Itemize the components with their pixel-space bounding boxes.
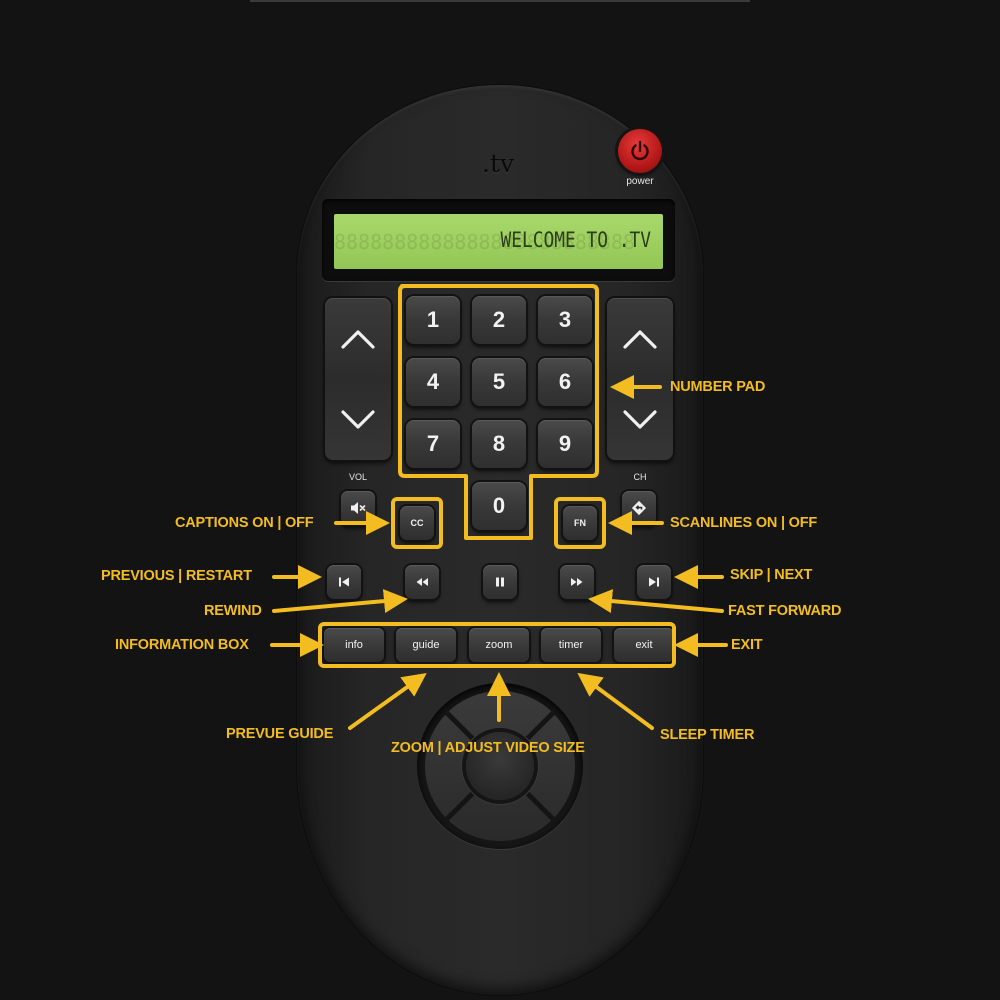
skip-annotation: SKIP | NEXT [730,567,813,583]
last-channel-icon [631,500,647,516]
number-key-6[interactable]: 6 [538,358,592,406]
mute-button[interactable] [341,491,375,525]
power-button[interactable] [618,129,662,173]
next-button[interactable] [637,565,671,599]
sleep-timer-annotation: SLEEP TIMER [660,727,755,743]
volume-up-button[interactable] [325,298,391,379]
lcd-display: 8888888888888888888888888 WELCOME TO .TV [334,214,663,269]
captions-annotation: CAPTIONS ON | OFF [175,515,314,531]
number-key-9[interactable]: 9 [538,420,592,468]
previous-annotation: PREVIOUS | RESTART [101,568,252,584]
number-key-1[interactable]: 1 [406,296,460,344]
number-pad-annotation: NUMBER PAD [670,379,766,395]
pause-icon [496,577,504,587]
rewind-button[interactable] [405,565,439,599]
vol-label: VOL [348,472,367,482]
volume-down-icon [341,409,375,429]
previous-icon [339,577,349,587]
number-key-5[interactable]: 5 [472,358,526,406]
number-key-2[interactable]: 2 [472,296,526,344]
pause-button[interactable] [483,565,517,599]
previous-button[interactable] [327,565,361,599]
channel-up-icon [623,329,657,349]
fast-forward-button[interactable] [560,565,594,599]
channel-up-button[interactable] [607,298,673,379]
number-key-7[interactable]: 7 [406,420,460,468]
number-key-4[interactable]: 4 [406,358,460,406]
rewind-icon [416,578,428,586]
power-label: power [626,176,654,187]
prevue-guide-annotation: PREVUE GUIDE [226,726,334,742]
cc-highlight [391,497,443,549]
volume-down-button[interactable] [325,379,391,460]
mute-icon [351,502,366,514]
fast-forward-icon [571,578,583,586]
number-key-0[interactable]: 0 [472,482,526,530]
next-icon [649,577,659,587]
brand-logo: .tv [482,149,515,178]
fn-highlight [554,497,606,549]
exit-annotation: EXIT [731,637,763,653]
power-icon [631,140,649,161]
channel-down-button[interactable] [607,379,673,460]
fast-forward-annotation: FAST FORWARD [728,603,842,619]
number-key-3[interactable]: 3 [538,296,592,344]
zoom-annotation: ZOOM | ADJUST VIDEO SIZE [391,740,585,756]
scanlines-annotation: SCANLINES ON | OFF [670,515,818,531]
volume-rocker [325,298,391,460]
volume-up-icon [341,329,375,349]
text-buttons-highlight [318,622,676,668]
lcd-message: WELCOME TO .TV [500,228,651,252]
number-key-8[interactable]: 8 [472,420,526,468]
information-annotation: INFORMATION BOX [115,637,249,653]
last-channel-button[interactable] [622,491,656,525]
channel-down-icon [623,409,657,429]
channel-rocker [607,298,673,460]
ch-label: CH [633,472,647,482]
rewind-annotation: REWIND [204,603,262,619]
top-edge-line [250,0,750,2]
